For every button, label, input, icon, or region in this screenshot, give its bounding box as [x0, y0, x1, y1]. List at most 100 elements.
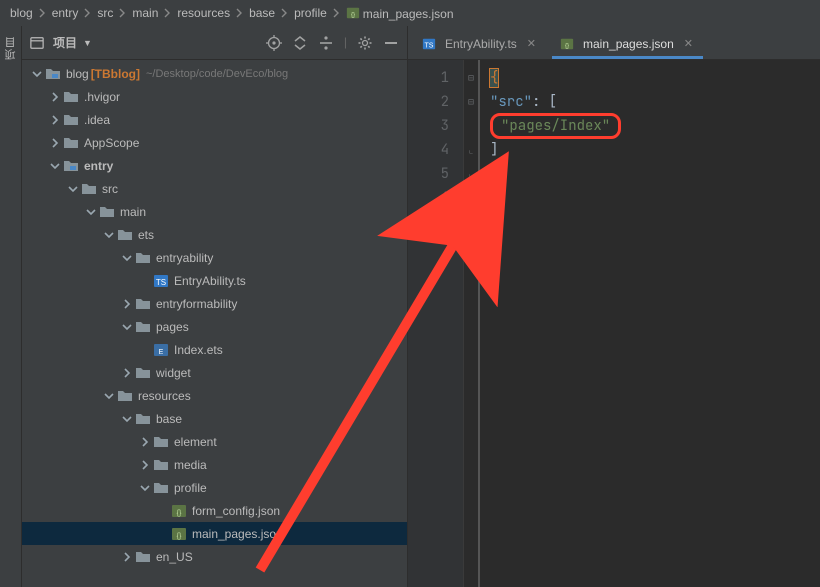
toolbar-actions: |: [266, 35, 399, 51]
json-file-icon: {}: [171, 526, 187, 542]
tree-node[interactable]: resources: [22, 384, 407, 407]
tree-node[interactable]: src: [22, 177, 407, 200]
chevron-down-icon[interactable]: [140, 483, 150, 493]
json-file-icon: {}: [171, 503, 187, 519]
chevron-right-icon[interactable]: [122, 552, 132, 562]
tree-node[interactable]: {}main_pages.json: [22, 522, 407, 545]
chevron-down-icon[interactable]: [86, 207, 96, 217]
tree-node[interactable]: blog [TBblog]~/Desktop/code/DevEco/blog: [22, 62, 407, 85]
tree-node[interactable]: widget: [22, 361, 407, 384]
folder-icon: [135, 250, 151, 266]
code-line[interactable]: ]: [490, 138, 621, 162]
tree-node[interactable]: element: [22, 430, 407, 453]
tree-node[interactable]: media: [22, 453, 407, 476]
chevron-right-icon[interactable]: [122, 368, 132, 378]
chevron-down-icon[interactable]: [104, 230, 114, 240]
module-icon: [63, 158, 79, 174]
chevron-right-icon[interactable]: [50, 115, 60, 125]
tree-node[interactable]: ets: [22, 223, 407, 246]
breadcrumb-item[interactable]: blog: [6, 6, 37, 20]
folder-icon: [63, 135, 79, 151]
code-content[interactable]: { "src": [ "pages/Index" ]}: [480, 60, 631, 587]
project-tree[interactable]: blog [TBblog]~/Desktop/code/DevEco/blog.…: [22, 60, 407, 587]
tree-node[interactable]: en_US: [22, 545, 407, 568]
code-editor[interactable]: 123456 ⊟⊟ ⌞⌞ { "src": [ "pages/Index" ]}: [408, 60, 820, 587]
project-view-selector[interactable]: 项目 ▼: [30, 34, 260, 51]
tree-node[interactable]: entry: [22, 154, 407, 177]
tree-node[interactable]: profile: [22, 476, 407, 499]
chevron-right-icon: [84, 8, 91, 18]
fold-marker[interactable]: ⌞: [464, 138, 478, 162]
tree-node[interactable]: EIndex.ets: [22, 338, 407, 361]
fold-marker[interactable]: [464, 114, 478, 138]
chevron-down-icon[interactable]: [32, 69, 42, 79]
tree-node[interactable]: TSEntryAbility.ts: [22, 269, 407, 292]
breadcrumb-item[interactable]: profile: [290, 6, 331, 20]
code-line[interactable]: "pages/Index": [490, 114, 621, 138]
folder-icon: [135, 296, 151, 312]
tree-label: pages: [156, 320, 189, 334]
breadcrumb-item[interactable]: resources: [173, 6, 234, 20]
chevron-down-icon[interactable]: [122, 414, 132, 424]
chevron-right-icon[interactable]: [50, 92, 60, 102]
folder-icon: [135, 319, 151, 335]
target-icon[interactable]: [266, 35, 282, 51]
tool-rail[interactable]: 项目: [0, 26, 22, 587]
line-number: 2: [408, 90, 449, 114]
tree-node[interactable]: AppScope: [22, 131, 407, 154]
tree-label: ets: [138, 228, 154, 242]
chevron-down-icon[interactable]: [122, 253, 132, 263]
code-line[interactable]: "src": [: [490, 90, 621, 114]
line-number: 1: [408, 66, 449, 90]
tree-node[interactable]: pages: [22, 315, 407, 338]
code-token: : [: [532, 93, 557, 111]
tree-node[interactable]: .hvigor: [22, 85, 407, 108]
gear-icon[interactable]: [357, 35, 373, 51]
editor-tab[interactable]: {}main_pages.json✕: [552, 31, 703, 59]
tree-node[interactable]: entryability: [22, 246, 407, 269]
editor-tab[interactable]: TSEntryAbility.ts✕: [414, 31, 546, 59]
breadcrumb-item[interactable]: entry: [48, 6, 83, 20]
fold-column[interactable]: ⊟⊟ ⌞⌞: [464, 60, 480, 587]
breadcrumb-item[interactable]: src: [93, 6, 117, 20]
code-line[interactable]: [490, 186, 621, 210]
chevron-right-icon[interactable]: [140, 437, 150, 447]
tree-label: AppScope: [84, 136, 139, 150]
tree-label: en_US: [156, 550, 193, 564]
fold-marker[interactable]: ⊟: [464, 90, 478, 114]
breadcrumb-item[interactable]: base: [245, 6, 279, 20]
tree-node[interactable]: .idea: [22, 108, 407, 131]
tree-node[interactable]: {}form_config.json: [22, 499, 407, 522]
code-line[interactable]: {: [490, 66, 621, 90]
editor-area: TSEntryAbility.ts✕{}main_pages.json✕ 123…: [408, 26, 820, 587]
chevron-right-icon: [119, 8, 126, 18]
tree-node[interactable]: main: [22, 200, 407, 223]
breadcrumb-item[interactable]: {}main_pages.json: [342, 6, 458, 21]
tree-node[interactable]: base: [22, 407, 407, 430]
chevron-down-icon[interactable]: [68, 184, 78, 194]
folder-icon: [135, 411, 151, 427]
tree-label: src: [102, 182, 118, 196]
code-line[interactable]: }: [490, 162, 621, 186]
expand-all-icon[interactable]: [292, 35, 308, 51]
divide-icon[interactable]: [318, 35, 334, 51]
project-view-label: 项目: [53, 34, 77, 51]
chevron-right-icon[interactable]: [140, 460, 150, 470]
fold-marker[interactable]: ⊟: [464, 66, 478, 90]
close-icon[interactable]: ✕: [527, 37, 536, 50]
fold-marker[interactable]: ⌞: [464, 162, 478, 186]
svg-text:E: E: [159, 349, 164, 356]
tree-label: EntryAbility.ts: [174, 274, 246, 288]
chevron-right-icon[interactable]: [50, 138, 60, 148]
minimize-icon[interactable]: [383, 35, 399, 51]
code-token: "src": [490, 93, 532, 111]
tree-node[interactable]: entryformability: [22, 292, 407, 315]
chevron-down-icon[interactable]: [50, 161, 60, 171]
breadcrumb-item[interactable]: main: [128, 6, 162, 20]
chevron-down-icon[interactable]: [104, 391, 114, 401]
close-icon[interactable]: ✕: [684, 37, 693, 50]
chevron-down-icon[interactable]: [122, 322, 132, 332]
tree-label: main: [120, 205, 146, 219]
fold-marker[interactable]: [464, 186, 478, 210]
chevron-right-icon[interactable]: [122, 299, 132, 309]
